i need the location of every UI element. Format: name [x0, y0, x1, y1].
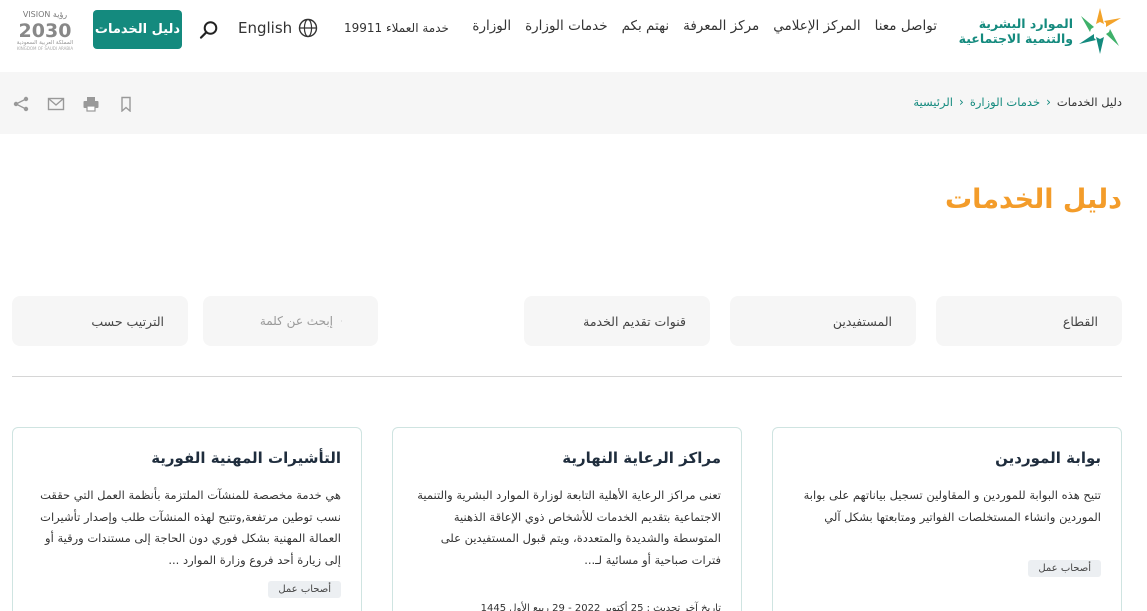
vision-bottom-text: المملكة العربية السعودية: [17, 39, 74, 46]
service-card-title[interactable]: مراكز الرعاية النهارية: [562, 449, 721, 467]
globe-icon: [298, 18, 318, 38]
customer-service-hotline[interactable]: خدمة العملاء 19911: [344, 21, 449, 35]
search-icon[interactable]: [341, 312, 342, 330]
service-card-title[interactable]: بوابة الموردين: [995, 449, 1101, 467]
service-card-description: تتيح هذه البوابة للموردين و المقاولين تس…: [803, 488, 1101, 524]
vision-bottom-text-2: KINGDOM OF SAUDI ARABIA: [17, 46, 73, 51]
channels-filter[interactable]: قنوات تقديم الخدمة: [524, 296, 710, 346]
divider: [12, 376, 1122, 377]
nav-ministry-services[interactable]: خدمات الوزارة: [525, 18, 607, 34]
nav-contact-us[interactable]: تواصل معنا: [875, 18, 937, 34]
logo-text: الموارد البشرية والتنمية الاجتماعية: [959, 16, 1073, 46]
vision-top-text: VISION رؤية: [23, 10, 67, 19]
service-card-description: هي خدمة مخصصة للمنشآت الملتزمة بأنظمة ال…: [40, 488, 341, 567]
keyword-search: [203, 296, 378, 346]
nav-we-care[interactable]: نهتم بكم: [622, 18, 670, 34]
ministry-logo[interactable]: الموارد البشرية والتنمية الاجتماعية: [935, 4, 1125, 58]
site-header: الموارد البشرية والتنمية الاجتماعية الوز…: [0, 0, 1147, 72]
chevron-left-icon: ‹: [1046, 95, 1051, 109]
breadcrumb-ministry-services[interactable]: خدمات الوزارة: [970, 95, 1040, 109]
sector-filter-label: القطاع: [1062, 313, 1098, 329]
chevron-left-icon: ‹: [959, 95, 964, 109]
print-icon[interactable]: [82, 96, 100, 112]
sort-filter-label: الترتيب حسب: [91, 313, 164, 329]
service-card-date: تاريخ آخر تحديث : 25 أكتوبر 2022 - 29 رب…: [480, 603, 721, 611]
sort-filter[interactable]: الترتيب حسب: [12, 296, 188, 346]
page-title: دليل الخدمات: [945, 184, 1122, 215]
vision-year-text: 2030: [19, 20, 72, 42]
page-tools: [12, 96, 135, 112]
sector-filter[interactable]: القطاع: [936, 296, 1122, 346]
nav-ministry[interactable]: الوزارة: [472, 18, 511, 34]
breadcrumb-current: دليل الخدمات: [1056, 95, 1122, 109]
service-card-tag: أصحاب عمل: [1028, 560, 1101, 577]
breadcrumb-bar: الرئيسية ‹ خدمات الوزارة ‹ دليل الخدمات: [0, 72, 1147, 134]
main-nav: الوزارة خدمات الوزارة نهتم بكم مركز المع…: [472, 18, 937, 34]
beneficiaries-filter-label: المستفيدين: [832, 313, 892, 329]
nav-media-center[interactable]: المركز الإعلامي: [773, 18, 860, 34]
breadcrumb: الرئيسية ‹ خدمات الوزارة ‹ دليل الخدمات: [913, 95, 1122, 109]
mail-icon[interactable]: [47, 96, 65, 112]
service-card[interactable]: التأشيرات المهنية الفورية هي خدمة مخصصة …: [12, 427, 362, 611]
search-icon[interactable]: [199, 20, 219, 40]
bookmark-icon[interactable]: [117, 96, 135, 112]
service-card-tag: أصحاب عمل: [268, 581, 341, 598]
logo-line-1: الموارد البشرية: [978, 16, 1073, 31]
breadcrumb-home[interactable]: الرئيسية: [913, 95, 953, 109]
beneficiaries-filter[interactable]: المستفيدين: [730, 296, 916, 346]
language-label: English: [238, 19, 293, 37]
service-guide-button[interactable]: دليل الخدمات: [93, 10, 182, 49]
keyword-search-input[interactable]: [203, 314, 333, 328]
vision-2030-logo: VISION رؤية 2030 المملكة العربية السعودي…: [17, 10, 74, 51]
service-card-title[interactable]: التأشيرات المهنية الفورية: [151, 449, 341, 467]
share-icon[interactable]: [12, 96, 30, 112]
logo-mark-icon: [1079, 8, 1121, 54]
channels-filter-label: قنوات تقديم الخدمة: [583, 313, 686, 329]
language-switch[interactable]: English: [238, 18, 318, 38]
logo-line-2: والتنمية الاجتماعية: [958, 31, 1073, 46]
service-card-description: تعنى مراكز الرعاية الأهلية التابعة لوزار…: [417, 488, 721, 567]
nav-knowledge-center[interactable]: مركز المعرفة: [683, 18, 759, 34]
service-card[interactable]: بوابة الموردين تتيح هذه البوابة للموردين…: [772, 427, 1122, 611]
service-card[interactable]: مراكز الرعاية النهارية تعنى مراكز الرعاي…: [392, 427, 742, 611]
